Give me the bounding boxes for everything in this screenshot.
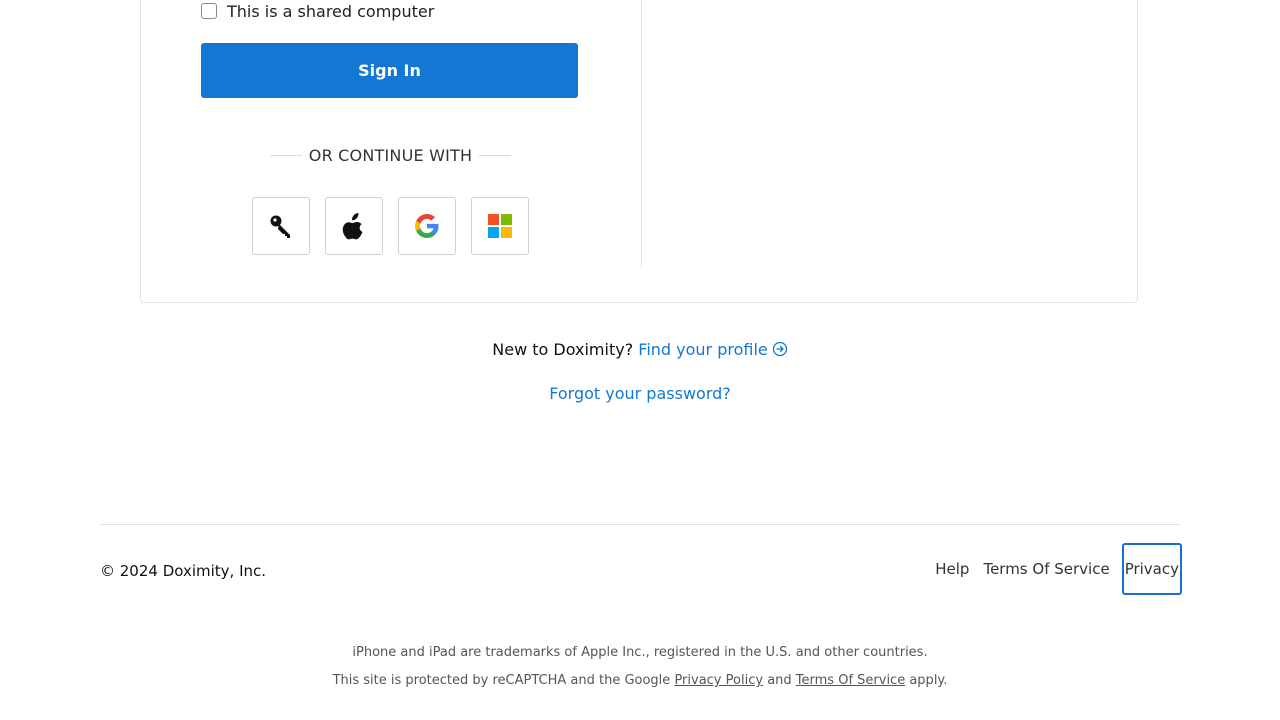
google-terms-link[interactable]: Terms Of Service: [796, 673, 905, 688]
shared-computer-label: This is a shared computer: [227, 1, 435, 21]
copyright: © 2024 Doximity, Inc.: [100, 562, 267, 580]
microsoft-sign-in-button[interactable]: [471, 197, 529, 255]
terms-of-service-link[interactable]: Terms Of Service: [983, 560, 1109, 578]
recaptcha-notice: This site is protected by reCAPTCHA and …: [0, 673, 1280, 688]
or-continue-label: OR CONTINUE WITH: [308, 146, 473, 165]
card-column-divider: [641, 0, 642, 268]
forgot-password-row: Forgot your password?: [0, 384, 1280, 403]
apple-icon: [341, 211, 367, 241]
sso-buttons: [252, 197, 529, 255]
or-continue-divider: OR CONTINUE WITH: [270, 146, 512, 165]
google-icon: [414, 213, 440, 239]
signup-prompt: New to Doximity?: [492, 340, 634, 359]
apple-sign-in-button[interactable]: [325, 197, 383, 255]
help-link[interactable]: Help: [935, 560, 969, 578]
shared-computer-checkbox[interactable]: [201, 3, 217, 19]
google-sign-in-button[interactable]: [398, 197, 456, 255]
find-profile-label: Find your profile: [638, 340, 768, 359]
recaptcha-and: and: [767, 673, 792, 688]
divider-line-right: [479, 155, 512, 156]
signup-prompt-row: New to Doximity? Find your profile: [0, 340, 1280, 361]
footer-links: Help Terms Of Service Privacy: [921, 543, 1182, 595]
arrow-right-circle-icon: [772, 341, 788, 361]
shared-computer-row[interactable]: This is a shared computer: [201, 0, 434, 22]
login-page: This is a shared computer Sign In OR CON…: [0, 0, 1280, 720]
recaptcha-suffix: apply.: [909, 673, 948, 688]
login-card: This is a shared computer Sign In OR CON…: [140, 0, 1138, 303]
forgot-password-link[interactable]: Forgot your password?: [549, 384, 731, 403]
divider-line-left: [270, 155, 302, 156]
passkey-icon: [268, 213, 294, 239]
footer-divider: [100, 524, 1180, 525]
microsoft-icon: [488, 214, 512, 238]
trademark-notice: iPhone and iPad are trademarks of Apple …: [352, 645, 928, 660]
privacy-link[interactable]: Privacy: [1121, 543, 1182, 595]
find-profile-link[interactable]: Find your profile: [638, 340, 787, 359]
google-privacy-policy-link[interactable]: Privacy Policy: [674, 673, 763, 688]
passkey-button[interactable]: [252, 197, 310, 255]
sign-in-button[interactable]: Sign In: [201, 43, 578, 98]
recaptcha-prefix: This site is protected by reCAPTCHA and …: [332, 673, 671, 688]
